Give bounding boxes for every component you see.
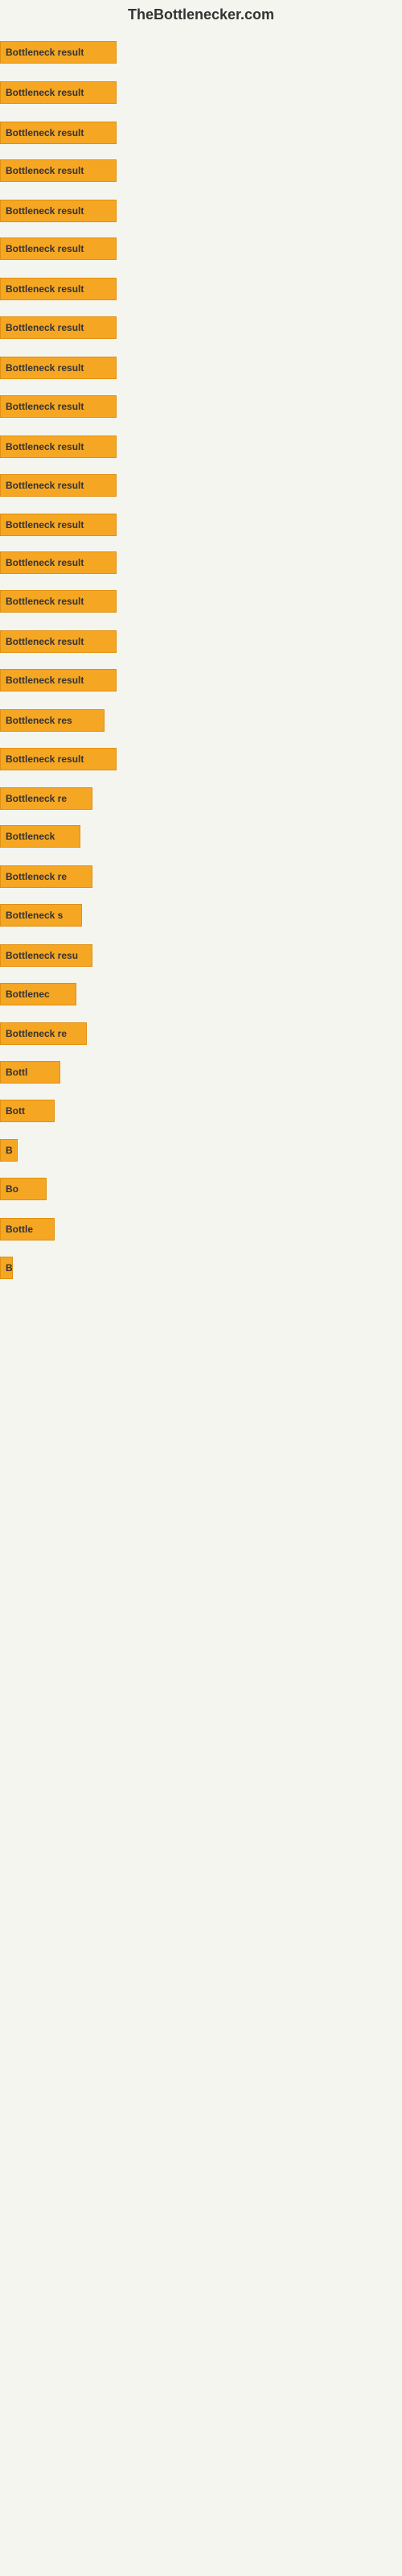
bar-row: Bottleneck result — [0, 551, 117, 574]
bar-row: Bottleneck result — [0, 41, 117, 64]
bottleneck-bar: Bottleneck result — [0, 357, 117, 379]
site-title: TheBottlenecker.com — [0, 0, 402, 27]
bottleneck-bar: Bott — [0, 1100, 55, 1122]
bar-row: Bottleneck result — [0, 316, 117, 339]
bar-row: Bott — [0, 1100, 55, 1122]
bottleneck-bar: B — [0, 1139, 18, 1162]
bottleneck-bar: Bottleneck result — [0, 316, 117, 339]
bar-row: Bottleneck result — [0, 357, 117, 379]
bar-row: Bottleneck result — [0, 669, 117, 691]
bottleneck-bar: Bo — [0, 1178, 47, 1200]
bottleneck-bar: Bottleneck resu — [0, 944, 92, 967]
bar-row: Bottleneck result — [0, 81, 117, 104]
chart-area: Bottleneck result Bottleneck result Bottle… — [0, 27, 402, 2562]
bar-row: B — [0, 1139, 18, 1162]
bottleneck-bar: Bottleneck s — [0, 904, 82, 927]
bar-row: Bottleneck result — [0, 278, 117, 300]
bottleneck-bar: Bottleneck result — [0, 159, 117, 182]
bottleneck-bar: Bottleneck result — [0, 200, 117, 222]
bottleneck-bar: Bottleneck result — [0, 436, 117, 458]
bar-row: Bottleneck result — [0, 748, 117, 770]
bottleneck-bar: Bottleneck result — [0, 551, 117, 574]
bottleneck-bar: Bottleneck result — [0, 237, 117, 260]
bar-row: Bottleneck s — [0, 904, 82, 927]
bar-row: Bottleneck result — [0, 630, 117, 653]
bar-row: Bo — [0, 1178, 47, 1200]
bottleneck-bar: Bottleneck — [0, 825, 80, 848]
bar-row: Bottlenec — [0, 983, 76, 1005]
bottleneck-bar: Bottleneck result — [0, 122, 117, 144]
bottleneck-bar: Bottleneck result — [0, 630, 117, 653]
bottleneck-bar: Bottleneck result — [0, 41, 117, 64]
bottleneck-bar: Bottleneck res — [0, 709, 105, 732]
bar-row: Bottleneck — [0, 825, 80, 848]
bottleneck-bar: Bottleneck re — [0, 865, 92, 888]
bar-row: Bottleneck result — [0, 474, 117, 497]
bottleneck-bar: Bottleneck result — [0, 514, 117, 536]
bar-row: Bottleneck result — [0, 237, 117, 260]
bar-row: Bottleneck result — [0, 395, 117, 418]
bottleneck-bar: Bottleneck re — [0, 1022, 87, 1045]
bottleneck-bar: Bottleneck result — [0, 590, 117, 613]
bar-row: Bottleneck result — [0, 159, 117, 182]
bar-row: Bottleneck result — [0, 200, 117, 222]
bar-row: Bottleneck resu — [0, 944, 92, 967]
bottleneck-bar: Bottlenec — [0, 983, 76, 1005]
bar-row: Bottl — [0, 1061, 60, 1084]
bottleneck-bar: Bottleneck result — [0, 474, 117, 497]
bar-row: Bottleneck result — [0, 590, 117, 613]
bottleneck-bar: Bottleneck re — [0, 787, 92, 810]
bottleneck-bar: Bottleneck result — [0, 278, 117, 300]
bar-row: Bottleneck re — [0, 1022, 87, 1045]
bar-row: Bottle — [0, 1218, 55, 1241]
bottleneck-bar: Bottleneck result — [0, 748, 117, 770]
bottleneck-bar: B — [0, 1257, 13, 1279]
bar-row: B — [0, 1257, 13, 1279]
bar-row: Bottleneck re — [0, 787, 92, 810]
bar-row: Bottleneck res — [0, 709, 105, 732]
bottleneck-bar: Bottle — [0, 1218, 55, 1241]
bottleneck-bar: Bottleneck result — [0, 81, 117, 104]
bottleneck-bar: Bottleneck result — [0, 669, 117, 691]
bar-row: Bottleneck result — [0, 122, 117, 144]
bottleneck-bar: Bottl — [0, 1061, 60, 1084]
bar-row: Bottleneck result — [0, 436, 117, 458]
bar-row: Bottleneck result — [0, 514, 117, 536]
bar-row: Bottleneck re — [0, 865, 92, 888]
bottleneck-bar: Bottleneck result — [0, 395, 117, 418]
